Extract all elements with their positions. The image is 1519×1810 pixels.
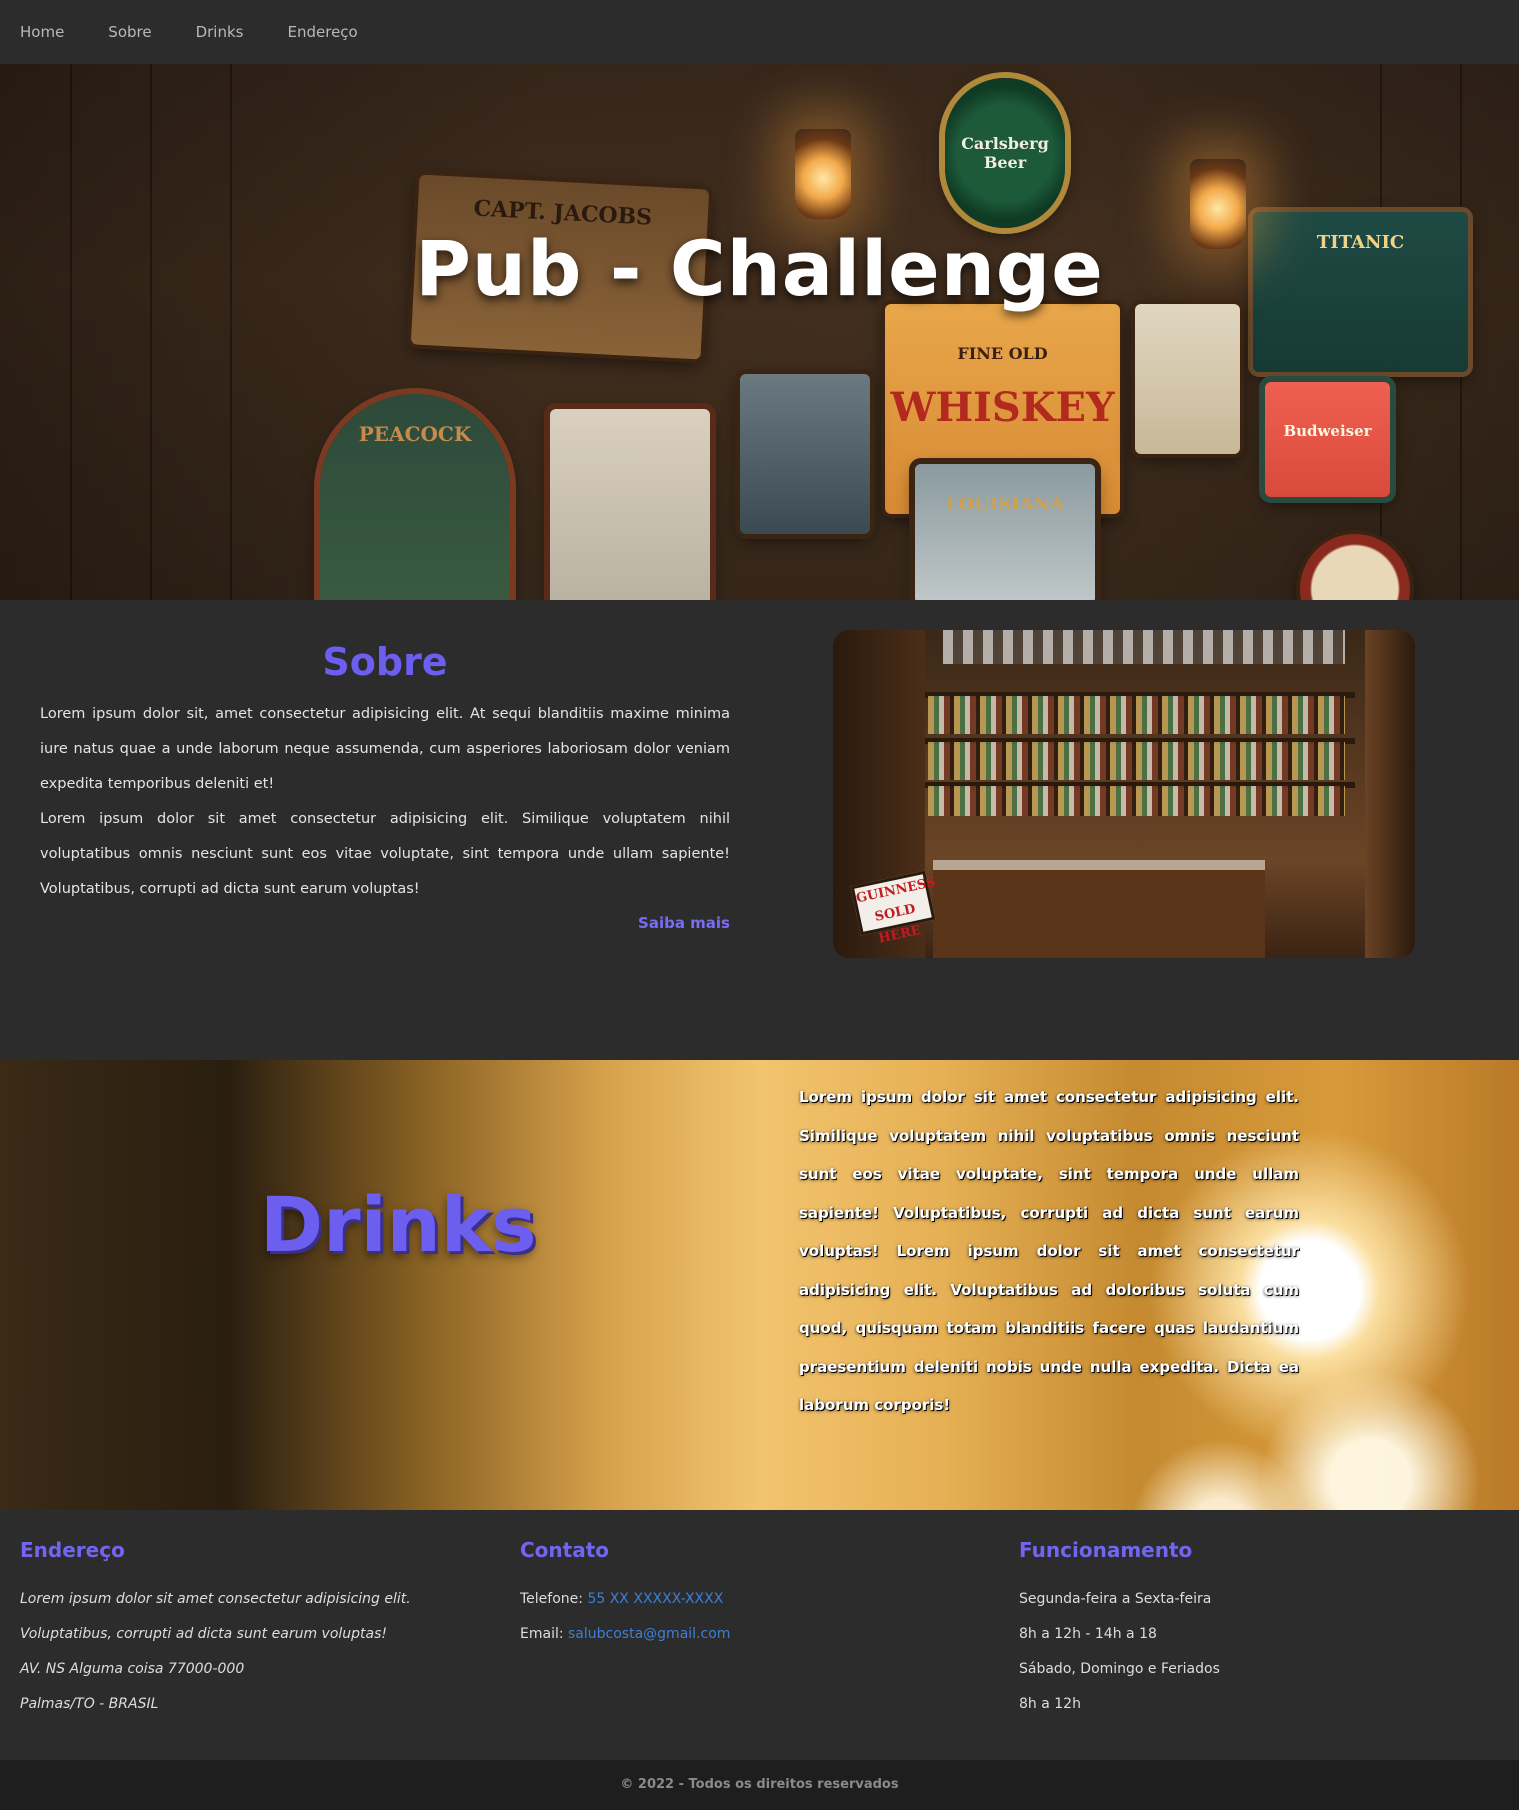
drinks-text: Lorem ipsum dolor sit amet consectetur a…	[799, 1088, 1299, 1414]
funcionamento-title: Funcionamento	[1019, 1538, 1193, 1562]
sobre-paragraph-1: Lorem ipsum dolor sit, amet consectetur …	[40, 706, 730, 792]
horario-line: 8h a 12h - 14h a 18	[1019, 1626, 1157, 1642]
sobre-text: Lorem ipsum dolor sit, amet consectetur …	[40, 697, 730, 907]
telefone-label: Telefone:	[520, 1591, 583, 1607]
endereco-line: AV. NS Alguma coisa 77000-000	[20, 1661, 245, 1677]
hanging-glasses	[943, 630, 1345, 664]
saiba-mais-link[interactable]: Saiba mais	[638, 914, 730, 932]
nav-endereco-link[interactable]: Endereço	[288, 23, 358, 41]
wood-post	[1365, 630, 1415, 958]
wood-plank	[230, 64, 232, 600]
bottles-row	[928, 696, 1345, 734]
wood-plank	[70, 64, 72, 600]
wood-plank	[150, 64, 152, 600]
telefone-link[interactable]: 55 XX XXXXX-XXXX	[587, 1591, 723, 1607]
top-nav: Home Sobre Drinks Endereço	[0, 0, 1519, 64]
endereco-column: Endereço Lorem ipsum dolor sit amet cons…	[20, 1538, 480, 1722]
email-link[interactable]: salubcosta@gmail.com	[568, 1626, 730, 1642]
bar-photo: GUINNESS SOLD HERE	[833, 630, 1415, 958]
horario-line: Segunda-feira a Sexta-feira	[1019, 1591, 1212, 1607]
telefone-row: Telefone: 55 XX XXXXX-XXXX	[520, 1582, 960, 1617]
email-label: Email:	[520, 1626, 564, 1642]
endereco-line: Lorem ipsum dolor sit amet consectetur a…	[20, 1591, 411, 1607]
sobre-title: Sobre	[322, 640, 448, 684]
budweiser-sign: Budweiser	[1265, 382, 1390, 497]
horario-line: Sábado, Domingo e Feriados	[1019, 1661, 1220, 1677]
endereco-line: Voluptatibus, corrupti ad dicta sunt ear…	[20, 1626, 388, 1642]
drinks-title: Drinks	[260, 1180, 537, 1269]
peacock-sign: PEACOCK	[320, 394, 510, 600]
endereco-line: Palmas/TO - BRASIL	[20, 1696, 159, 1712]
drinks-section: Drinks Lorem ipsum dolor sit amet consec…	[0, 1060, 1519, 1510]
contato-column: Contato Telefone: 55 XX XXXXX-XXXX Email…	[520, 1538, 960, 1652]
nav-home-link[interactable]: Home	[20, 23, 64, 41]
contato-title: Contato	[520, 1538, 610, 1562]
bottles-row	[928, 786, 1345, 816]
smyth-sign	[1135, 304, 1240, 454]
ship-poster	[740, 374, 870, 534]
copyright-bar: © 2022 - Todos os direitos reservados	[0, 1760, 1519, 1810]
hero-title: Pub - Challenge	[415, 224, 1104, 313]
newspaper-frame	[550, 409, 710, 600]
lamp-left	[795, 129, 851, 219]
louisiana-mirror: LOUISIANA	[915, 464, 1095, 600]
sobre-paragraph-2: Lorem ipsum dolor sit amet consectetur a…	[40, 811, 730, 897]
hero-banner: CAPT. JACOBS Carlsberg Beer FINE OLD WHI…	[0, 64, 1519, 600]
horario-line: 8h a 12h	[1019, 1696, 1081, 1712]
nav-sobre-link[interactable]: Sobre	[108, 23, 151, 41]
email-row: Email: salubcosta@gmail.com	[520, 1617, 960, 1652]
endereco-title: Endereço	[20, 1538, 125, 1562]
funcionamento-column: Funcionamento Segunda-feira a Sexta-feir…	[1019, 1538, 1479, 1722]
bar-counter	[933, 860, 1265, 958]
bottles-row	[928, 742, 1345, 780]
nav-drinks-link[interactable]: Drinks	[196, 23, 244, 41]
round-plaque	[1300, 534, 1410, 600]
carlsberg-sign: Carlsberg Beer	[945, 78, 1065, 228]
